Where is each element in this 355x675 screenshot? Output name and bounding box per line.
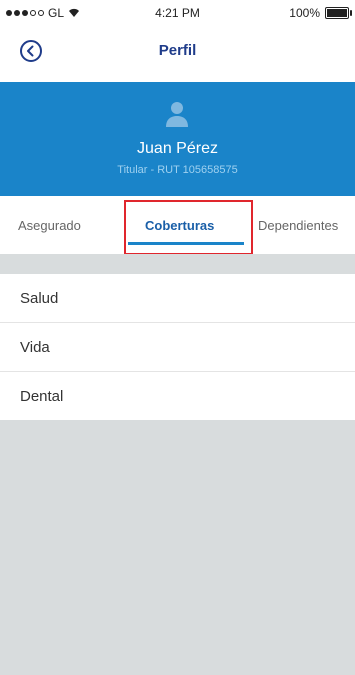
- page-title: Perfil: [158, 42, 197, 59]
- list-item-dental[interactable]: Dental: [0, 372, 355, 420]
- tab-asegurado[interactable]: Asegurado: [18, 218, 81, 233]
- tab-bar: Asegurado Coberturas Dependientes: [0, 196, 355, 254]
- list-item-vida[interactable]: Vida: [0, 323, 355, 372]
- active-tab-indicator: [128, 242, 244, 245]
- nav-bar: Perfil: [0, 26, 355, 82]
- profile-subtitle: Titular - RUT 105658575: [117, 164, 238, 176]
- battery-icon: [325, 7, 352, 19]
- tab-coberturas[interactable]: Coberturas: [145, 218, 214, 233]
- app-screen: GL 4:21 PM 100% Perfil Juan Pérez Titula…: [0, 0, 355, 675]
- list-spacer: [0, 254, 355, 274]
- battery-fill: [327, 9, 347, 17]
- profile-name: Juan Pérez: [137, 140, 218, 157]
- user-avatar-icon: [166, 102, 188, 127]
- profile-header: Juan Pérez Titular - RUT 105658575: [0, 82, 355, 196]
- coverage-list: Salud Vida Dental: [0, 274, 355, 420]
- list-item-salud[interactable]: Salud: [0, 274, 355, 323]
- battery-percent: 100%: [289, 6, 320, 20]
- status-right: 100%: [289, 6, 352, 20]
- status-bar: GL 4:21 PM 100%: [0, 0, 355, 26]
- tab-dependientes[interactable]: Dependientes: [258, 218, 338, 233]
